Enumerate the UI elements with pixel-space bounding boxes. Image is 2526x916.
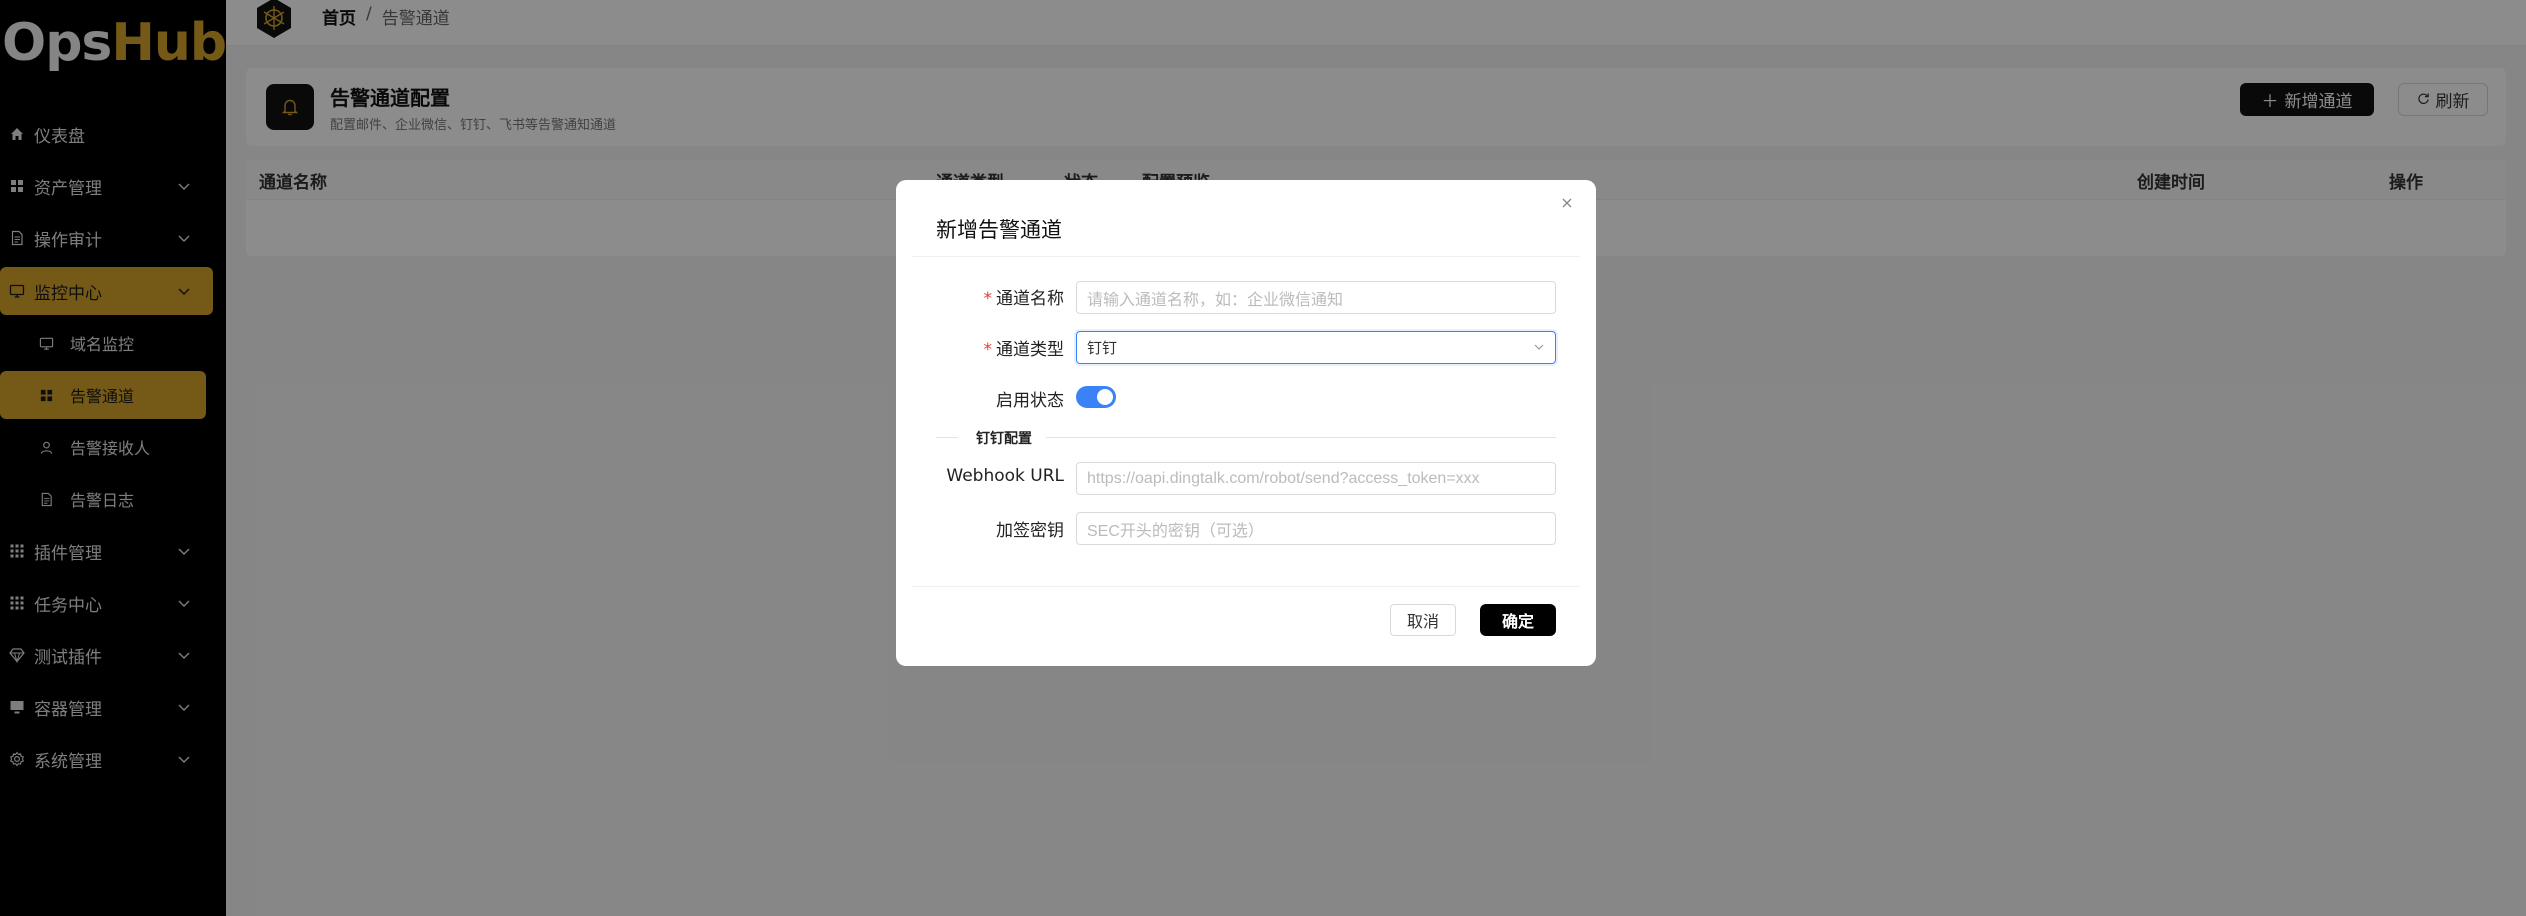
webhook-url-placeholder: https://oapi.dingtalk.com/robot/send?acc… (1087, 469, 1480, 487)
divider (912, 586, 1580, 587)
secret-key-placeholder: SEC开头的密钥（可选） (1087, 522, 1264, 540)
add-channel-dialog: 新增告警通道 * 通道名称 请输入通道名称，如：企业微信通知 * 通道类型 钉钉 启… (896, 180, 1596, 666)
webhook-url-input[interactable]: https://oapi.dingtalk.com/robot/send?acc… (1076, 462, 1556, 495)
dingtalk-config-section-title: 钉钉配置 (976, 431, 1032, 447)
close-icon[interactable] (1556, 192, 1578, 214)
confirm-button[interactable]: 确定 (1480, 604, 1556, 636)
channel-type-value: 钉钉 (1087, 339, 1118, 357)
switch-knob (1097, 389, 1113, 405)
enable-status-switch[interactable] (1076, 386, 1116, 408)
dialog-title: 新增告警通道 (936, 218, 1062, 242)
secret-key-input[interactable]: SEC开头的密钥（可选） (1076, 512, 1556, 545)
required-mark: * (983, 340, 993, 360)
channel-name-input[interactable]: 请输入通道名称，如：企业微信通知 (1076, 281, 1556, 314)
divider (912, 256, 1580, 257)
enable-status-label: 启用状态 (996, 391, 1064, 411)
required-mark: * (983, 289, 993, 309)
secret-key-label: 加签密钥 (996, 521, 1064, 541)
channel-name-placeholder: 请输入通道名称，如：企业微信通知 (1087, 291, 1344, 309)
channel-type-label: * 通道类型 (983, 340, 1065, 360)
webhook-url-label: Webhook URL (946, 466, 1064, 486)
channel-name-label: * 通道名称 (983, 289, 1065, 309)
cancel-button[interactable]: 取消 (1390, 604, 1456, 636)
chevron-down-icon (1533, 339, 1545, 357)
channel-type-select[interactable]: 钉钉 (1076, 331, 1556, 364)
divider (1046, 437, 1556, 438)
divider (936, 437, 958, 438)
